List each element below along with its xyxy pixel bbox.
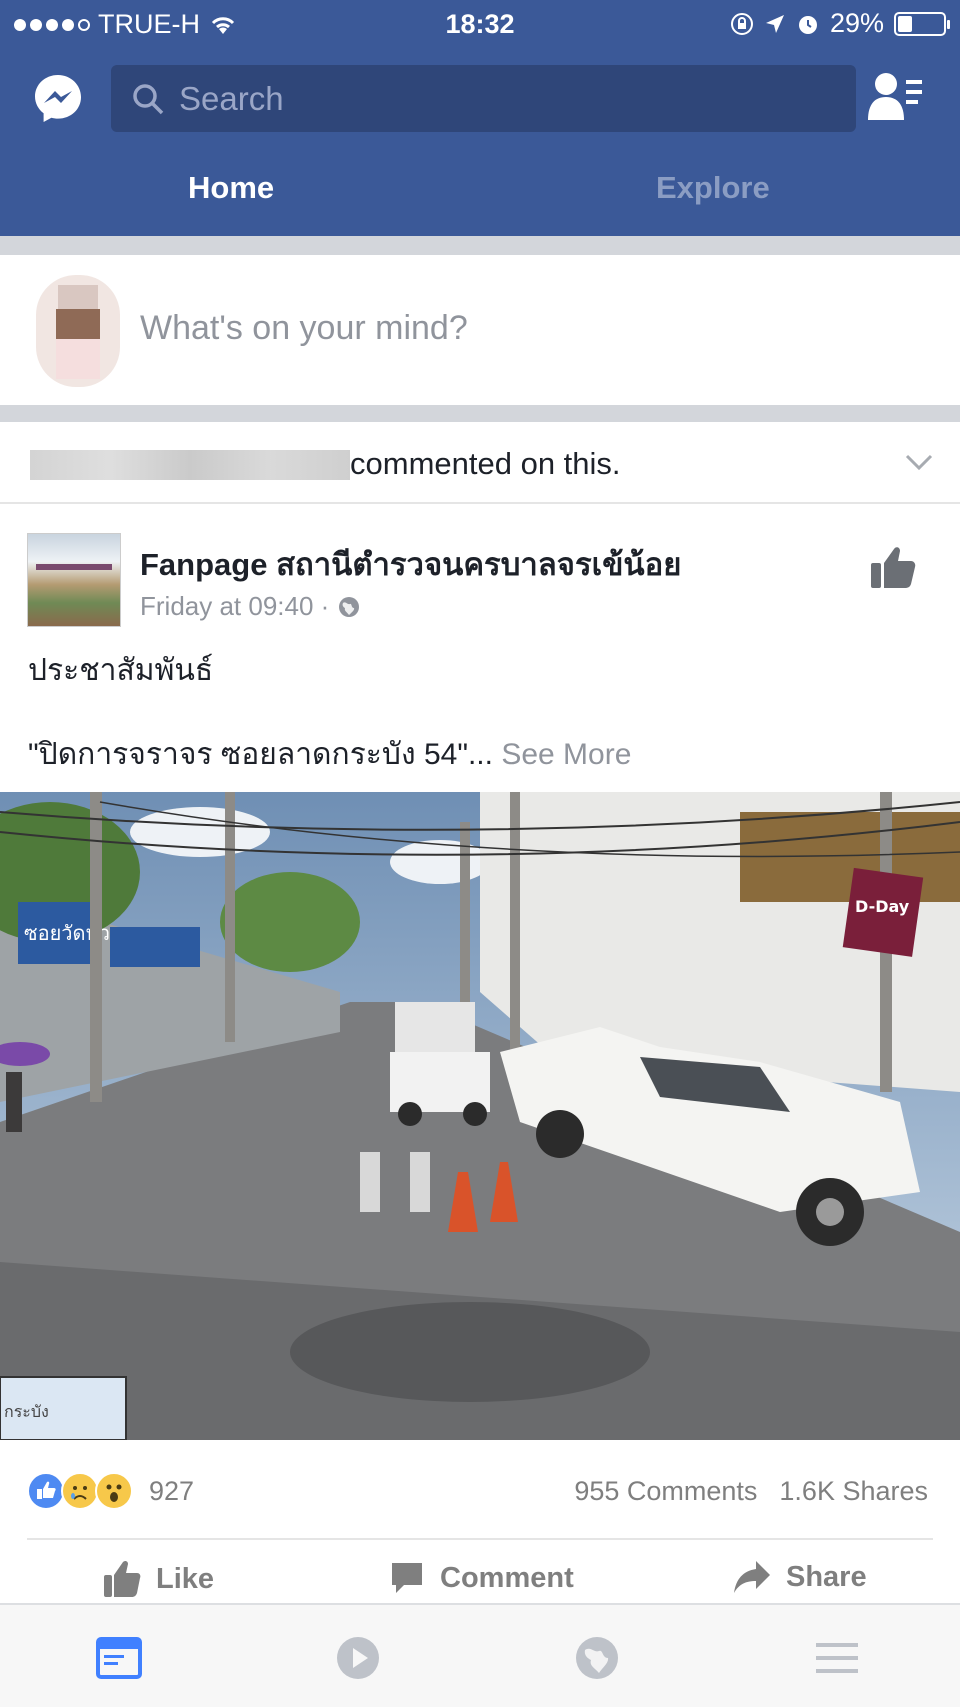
post-timestamp-row: Friday at 09:40 · (140, 591, 361, 622)
post-composer[interactable]: What's on your mind? (0, 255, 960, 405)
status-bar: TRUE-H 18:32 29% (0, 0, 960, 50)
like-icon (104, 1560, 141, 1597)
post-photo[interactable]: ซอยวัดหัว D-Day กระบัง (0, 792, 960, 1440)
avatar[interactable] (36, 275, 120, 387)
location-icon (765, 14, 784, 33)
messenger-icon[interactable] (32, 72, 84, 124)
comment-button[interactable]: Comment (388, 1559, 574, 1597)
status-right: 29% (730, 8, 950, 39)
map-inset-label: กระบัง (4, 1402, 49, 1421)
search-bar[interactable]: Search (111, 65, 856, 132)
globe-icon (339, 596, 360, 617)
rotation-lock-icon (730, 12, 753, 35)
top-tabs: Home Explore (0, 160, 960, 220)
sign-text-shop: D-Day (855, 897, 910, 916)
reaction-count[interactable]: 927 (149, 1476, 194, 1507)
story-context: commented on this. (0, 422, 960, 504)
divider (27, 1538, 933, 1540)
post-header: Fanpage สถานีตำรวจนครบาลจรเข้น้อย Friday… (0, 505, 960, 785)
like-reaction-icon (27, 1472, 65, 1510)
post-text-line1: ประชาสัมพันธ์ (28, 654, 214, 687)
friend-requests-icon[interactable] (866, 72, 924, 122)
comments-count[interactable]: 955 Comments (574, 1476, 757, 1507)
post-text-quote: "ปิดการจราจร ซอยลาดกระบัง 54"... (28, 738, 493, 771)
share-label: Share (786, 1560, 867, 1593)
alarm-icon (798, 15, 817, 34)
video-icon[interactable] (335, 1635, 381, 1681)
sad-reaction-icon (61, 1472, 99, 1510)
page-name[interactable]: Fanpage สถานีตำรวจนครบาลจรเข้น้อย (140, 539, 681, 589)
street-scene-image: ซอยวัดหัว D-Day กระบัง (0, 792, 960, 1440)
bottom-nav (0, 1603, 960, 1707)
search-placeholder: Search (179, 79, 284, 117)
like-button[interactable]: Like (102, 1559, 214, 1599)
search-icon (133, 83, 164, 114)
reaction-icons (27, 1472, 133, 1510)
divider (0, 236, 960, 255)
wow-reaction-icon (95, 1472, 133, 1510)
reactions-bar[interactable]: 927 955 Comments 1.6K Shares (0, 1440, 960, 1540)
composer-placeholder[interactable]: What's on your mind? (140, 309, 468, 348)
see-more-link[interactable]: See More (501, 738, 631, 771)
battery-icon (894, 11, 950, 36)
post-timestamp[interactable]: Friday at 09:40 · (140, 591, 329, 622)
page-avatar[interactable] (27, 533, 121, 627)
battery-percent: 29% (829, 8, 884, 38)
divider (0, 405, 960, 422)
share-button[interactable]: Share (732, 1559, 867, 1595)
notifications-globe-icon[interactable] (574, 1635, 620, 1681)
like-label: Like (156, 1562, 215, 1595)
news-feed-icon[interactable] (96, 1635, 142, 1681)
comment-icon (392, 1563, 422, 1593)
chevron-down-icon[interactable] (904, 452, 934, 472)
comment-label: Comment (440, 1561, 574, 1594)
story-context-text: commented on this. (350, 446, 621, 481)
post-actions: Like Comment Share (0, 1555, 960, 1607)
share-icon (734, 1561, 770, 1593)
tab-explore[interactable]: Explore (656, 170, 770, 206)
tab-home[interactable]: Home (188, 170, 274, 206)
menu-icon[interactable] (814, 1635, 860, 1681)
shares-count[interactable]: 1.6K Shares (779, 1476, 928, 1507)
engagement-counts: 955 Comments 1.6K Shares (574, 1476, 928, 1507)
like-page-icon[interactable] (870, 545, 916, 589)
post-text-line2: "ปิดการจราจร ซอยลาดกระบัง 54"... See Mor… (28, 731, 631, 778)
top-bar: TRUE-H 18:32 29% Search Home Explore (0, 0, 960, 236)
redacted-name (30, 450, 350, 480)
